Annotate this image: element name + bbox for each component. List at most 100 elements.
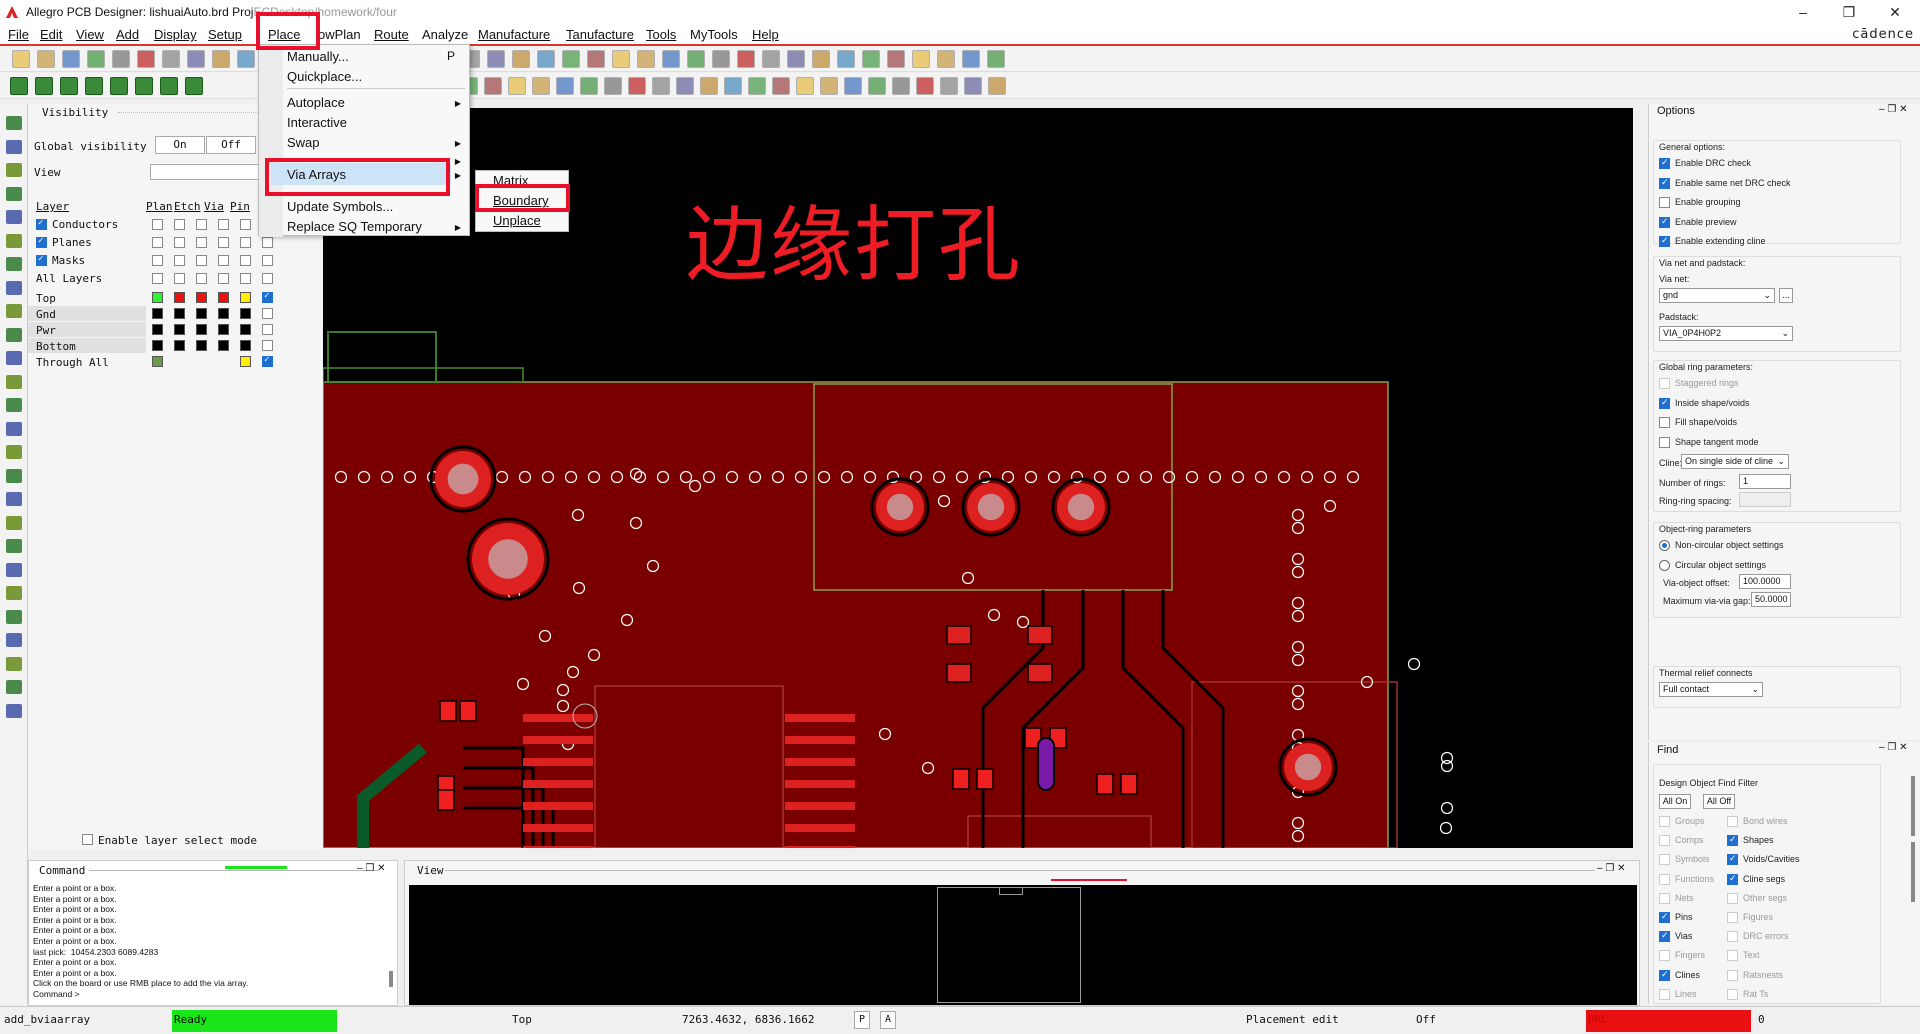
find-filter-checkbox[interactable] bbox=[1659, 892, 1670, 904]
option-checkbox[interactable] bbox=[1659, 378, 1670, 389]
visibility-checkbox[interactable] bbox=[262, 273, 273, 284]
layer-color-swatch[interactable] bbox=[152, 340, 163, 351]
layer-color-swatch[interactable] bbox=[218, 324, 229, 335]
left-tool-icon[interactable] bbox=[6, 304, 22, 318]
command-window-controls[interactable]: – ❐ ✕ bbox=[357, 863, 385, 874]
options-window-controls[interactable]: – ❐ ✕ bbox=[1879, 104, 1907, 115]
visibility-checkbox[interactable] bbox=[196, 273, 207, 284]
toolbar-tool-icon[interactable] bbox=[988, 77, 1006, 95]
group-toggle-checkbox[interactable] bbox=[36, 236, 47, 248]
toolbar-tool-icon[interactable] bbox=[844, 77, 862, 95]
layer-color-swatch[interactable] bbox=[196, 340, 207, 351]
menu-tanufacture[interactable]: Tanufacture bbox=[566, 26, 634, 44]
toolbar-tool-icon[interactable] bbox=[737, 50, 755, 68]
menu-analyze[interactable]: Analyze bbox=[422, 26, 468, 44]
menu-edit[interactable]: Edit bbox=[40, 26, 62, 44]
find-filter-checkbox[interactable] bbox=[1727, 969, 1738, 981]
find-filter-checkbox[interactable] bbox=[1727, 834, 1738, 847]
layer-color-swatch[interactable] bbox=[152, 324, 163, 335]
find-scrollbar[interactable] bbox=[1911, 776, 1915, 836]
toolbar-tool-icon[interactable] bbox=[887, 50, 905, 68]
toolbar-tool-icon[interactable] bbox=[748, 77, 766, 95]
find-filter-checkbox[interactable] bbox=[1659, 969, 1670, 981]
toolbar-tool-icon[interactable] bbox=[940, 77, 958, 95]
visibility-checkbox[interactable] bbox=[218, 237, 229, 248]
submenu-unplace[interactable]: Unplace bbox=[493, 213, 541, 228]
enable-layer-select-checkbox[interactable] bbox=[82, 834, 93, 845]
toolbar-tool-icon[interactable] bbox=[912, 50, 930, 68]
left-tool-icon[interactable] bbox=[6, 280, 22, 295]
restore-button[interactable]: ❐ bbox=[1834, 2, 1864, 22]
option-radio[interactable] bbox=[1659, 540, 1670, 551]
all-on-button[interactable]: All On bbox=[1659, 794, 1691, 809]
option-radio[interactable] bbox=[1659, 559, 1670, 571]
gap-input[interactable]: 50.0000 bbox=[1751, 592, 1791, 607]
toolbar-tool-icon[interactable] bbox=[916, 77, 934, 95]
left-tool-icon[interactable] bbox=[6, 492, 22, 506]
menu-mytools[interactable]: MyTools bbox=[690, 26, 738, 44]
toolbar-tool-icon[interactable] bbox=[762, 50, 780, 68]
option-checkbox[interactable] bbox=[1659, 436, 1670, 448]
find-filter-checkbox[interactable] bbox=[1659, 950, 1670, 962]
toolbar-tool-icon[interactable] bbox=[962, 50, 980, 68]
menu-manufacture[interactable]: Manufacture bbox=[478, 26, 550, 44]
layer-visibility-checkbox[interactable] bbox=[262, 324, 273, 335]
find-filter-checkbox[interactable] bbox=[1727, 931, 1738, 943]
via-net-browse-button[interactable]: ... bbox=[1779, 288, 1793, 303]
find-filter-checkbox[interactable] bbox=[1659, 854, 1670, 866]
find-window-controls[interactable]: – ❐ ✕ bbox=[1879, 742, 1907, 753]
menu-flowplan[interactable]: owPlan bbox=[318, 26, 361, 44]
toolbar-tool-icon[interactable] bbox=[237, 50, 255, 68]
toolbar-tool-icon[interactable] bbox=[837, 50, 855, 68]
left-tool-icon[interactable] bbox=[6, 656, 22, 671]
menu-add[interactable]: Add bbox=[116, 26, 139, 44]
find-filter-checkbox[interactable] bbox=[1727, 988, 1738, 1000]
global-on-button[interactable]: On bbox=[155, 136, 205, 154]
toolbar-tool-icon[interactable] bbox=[112, 50, 130, 68]
left-tool-icon[interactable] bbox=[6, 562, 22, 577]
toolbar-tool-icon[interactable] bbox=[700, 77, 718, 95]
layer-color-swatch[interactable] bbox=[240, 356, 251, 367]
left-tool-icon[interactable] bbox=[6, 515, 22, 530]
find-filter-checkbox[interactable] bbox=[1659, 911, 1670, 923]
layer-color-swatch[interactable] bbox=[240, 340, 251, 351]
visibility-checkbox[interactable] bbox=[218, 273, 229, 284]
find-filter-checkbox[interactable] bbox=[1659, 835, 1670, 847]
toolbar-tool-icon[interactable] bbox=[137, 50, 155, 68]
menu-item-interactive[interactable]: Interactive bbox=[287, 115, 347, 130]
left-tool-icon[interactable] bbox=[6, 257, 22, 271]
toolbar-tool-icon[interactable] bbox=[37, 50, 55, 68]
layer-color-swatch[interactable] bbox=[218, 340, 229, 351]
left-tool-icon[interactable] bbox=[6, 586, 22, 600]
layer-color-swatch[interactable] bbox=[196, 324, 207, 335]
option-checkbox[interactable] bbox=[1659, 177, 1670, 189]
find-filter-checkbox[interactable] bbox=[1727, 816, 1738, 827]
find-filter-checkbox[interactable] bbox=[1727, 892, 1738, 904]
status-p-button[interactable]: P bbox=[854, 1011, 870, 1029]
visibility-checkbox[interactable] bbox=[240, 255, 251, 266]
left-tool-icon[interactable] bbox=[6, 139, 22, 154]
visibility-checkbox[interactable] bbox=[196, 219, 207, 230]
toolbar-tool-icon[interactable] bbox=[508, 77, 526, 95]
left-tool-icon[interactable] bbox=[6, 374, 22, 389]
menu-item-replace-sq[interactable]: Replace SQ Temporary bbox=[287, 219, 422, 234]
toolbar-tool-icon[interactable] bbox=[556, 77, 574, 95]
toolbar-tool-icon[interactable] bbox=[772, 77, 790, 95]
left-tool-icon[interactable] bbox=[6, 680, 22, 694]
toolbar-tool-icon[interactable] bbox=[820, 77, 838, 95]
menu-setup[interactable]: Setup bbox=[208, 26, 242, 44]
menu-item-swap[interactable]: Swap bbox=[287, 135, 320, 150]
command-scrollbar[interactable] bbox=[389, 971, 393, 987]
layer-color-tool-icon[interactable] bbox=[35, 77, 53, 95]
toolbar-tool-icon[interactable] bbox=[724, 77, 742, 95]
layer-visibility-checkbox[interactable] bbox=[262, 340, 273, 351]
all-off-button[interactable]: All Off bbox=[1703, 794, 1735, 809]
toolbar-tool-icon[interactable] bbox=[937, 50, 955, 68]
menu-help[interactable]: Help bbox=[752, 26, 779, 44]
left-tool-icon[interactable] bbox=[6, 609, 22, 624]
menu-item-quickplace[interactable]: Quickplace... bbox=[287, 69, 362, 84]
toolbar-tool-icon[interactable] bbox=[537, 50, 555, 68]
toolbar-tool-icon[interactable] bbox=[868, 77, 886, 95]
toolbar-tool-icon[interactable] bbox=[964, 77, 982, 95]
left-tool-icon[interactable] bbox=[6, 351, 22, 365]
